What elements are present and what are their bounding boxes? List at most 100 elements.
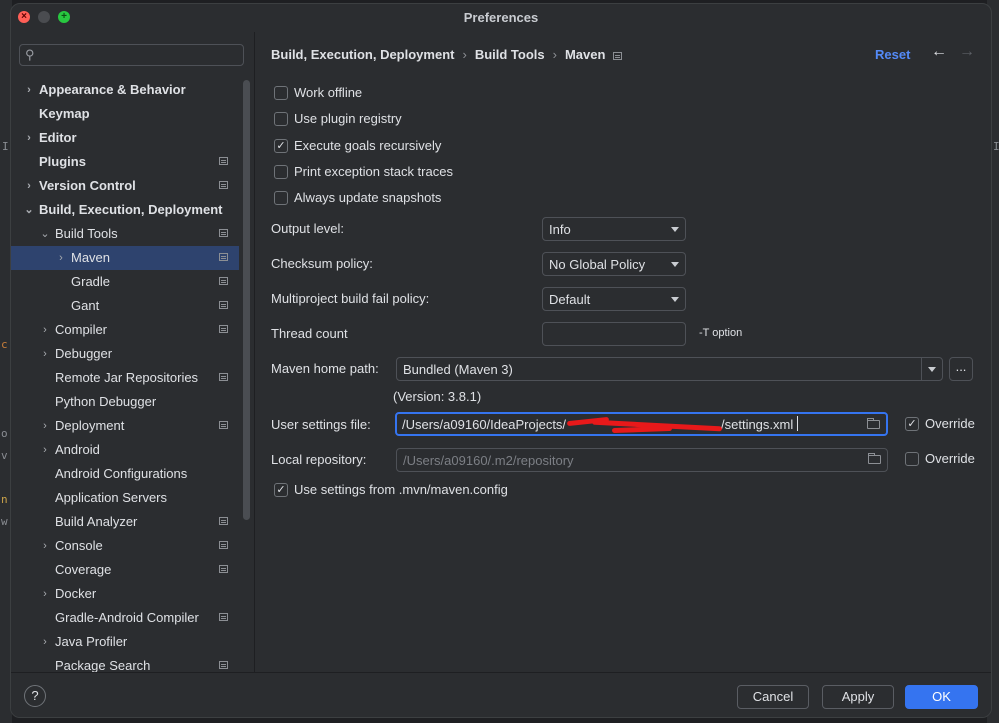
sidebar-item-build-tools[interactable]: ⌄ Build Tools xyxy=(11,222,239,246)
chevron-right-icon: › xyxy=(43,540,47,552)
chevron-right-icon: › xyxy=(43,420,47,432)
background-glyph: n xyxy=(1,493,8,506)
sidebar-item-docker[interactable]: › Docker xyxy=(11,582,239,606)
chevron-down-icon xyxy=(671,297,679,302)
output-level-label: Output level: xyxy=(271,221,344,236)
maven-settings-panel: Build, Execution, Deployment › Build Tools… xyxy=(255,32,991,672)
print-exception-stack-traces-checkbox[interactable] xyxy=(274,165,288,179)
redaction-scribble xyxy=(611,425,673,434)
sidebar-item-python-debugger[interactable]: Python Debugger xyxy=(11,390,239,414)
local-repository-input[interactable]: /Users/a09160/.m2/repository xyxy=(396,448,888,472)
minimize-window-button[interactable] xyxy=(38,11,50,23)
settings-sidebar: ⚲ › Appearance & Behavior Keymap › Editor … xyxy=(11,32,255,672)
close-window-button[interactable]: × xyxy=(18,11,30,23)
output-level-value: Info xyxy=(549,222,571,237)
sidebar-item-console[interactable]: › Console xyxy=(11,534,239,558)
window-title: Preferences xyxy=(463,10,539,25)
sidebar-item-label: Application Servers xyxy=(55,490,167,505)
sidebar-item-maven[interactable]: › Maven xyxy=(11,246,239,270)
sidebar-item-label: Android xyxy=(55,442,100,457)
folder-icon[interactable] xyxy=(868,453,881,464)
work-offline-label: Work offline xyxy=(294,85,363,100)
local-repository-label: Local repository: xyxy=(271,452,367,467)
sidebar-item-version-control[interactable]: › Version Control xyxy=(11,174,239,198)
folder-icon[interactable] xyxy=(867,418,880,429)
sidebar-item-label: Debugger xyxy=(55,346,113,361)
chevron-right-icon: › xyxy=(43,636,47,648)
chevron-down-icon xyxy=(671,262,679,267)
thread-count-hint: -T option xyxy=(699,327,743,339)
background-glyph: I xyxy=(993,140,999,153)
work-offline-checkbox[interactable] xyxy=(274,86,288,100)
sidebar-item-label: Python Debugger xyxy=(55,394,157,409)
sidebar-item-debugger[interactable]: › Debugger xyxy=(11,342,239,366)
reset-link[interactable]: Reset xyxy=(875,47,910,62)
sidebar-item-gradle-android-compiler[interactable]: Gradle-Android Compiler xyxy=(11,606,239,630)
sidebar-item-gant[interactable]: Gant xyxy=(11,294,239,318)
project-level-icon xyxy=(219,253,228,261)
sidebar-item-build-execution-deployment[interactable]: ⌄ Build, Execution, Deployment xyxy=(11,198,239,222)
sidebar-item-android[interactable]: › Android xyxy=(11,438,239,462)
chevron-right-icon: › xyxy=(43,348,47,360)
sidebar-item-editor[interactable]: › Editor xyxy=(11,126,239,150)
thread-count-input[interactable] xyxy=(542,322,686,346)
fail-policy-select[interactable]: Default xyxy=(542,287,686,311)
search-input[interactable]: ⚲ xyxy=(19,44,244,66)
apply-button[interactable]: Apply xyxy=(822,685,894,709)
help-button[interactable]: ? xyxy=(24,685,46,707)
ok-button[interactable]: OK xyxy=(905,685,978,709)
project-level-icon xyxy=(219,277,228,285)
sidebar-item-label: Compiler xyxy=(55,322,108,337)
chevron-right-icon: › xyxy=(43,324,47,336)
checksum-policy-label: Checksum policy: xyxy=(271,256,373,271)
sidebar-item-label: Plugins xyxy=(39,154,86,169)
user-settings-override-checkbox[interactable]: ✓ xyxy=(905,417,919,431)
local-repository-override-checkbox[interactable] xyxy=(905,452,919,466)
cancel-button[interactable]: Cancel xyxy=(737,685,809,709)
forward-arrow-icon[interactable]: → xyxy=(959,43,975,61)
sidebar-item-package-search[interactable]: Package Search xyxy=(11,654,239,672)
maven-home-label: Maven home path: xyxy=(271,361,379,376)
preferences-window: Preferences × + ⚲ › Appearance & Behavior… xyxy=(10,3,992,718)
always-update-snapshots-checkbox[interactable] xyxy=(274,191,288,205)
project-level-icon xyxy=(219,613,228,621)
fail-policy-label: Multiproject build fail policy: xyxy=(271,291,430,306)
breadcrumb-separator: › xyxy=(552,47,557,62)
user-settings-value-end: /settings.xml xyxy=(721,417,794,432)
sidebar-item-label: Build, Execution, Deployment xyxy=(39,202,223,217)
sidebar-item-compiler[interactable]: › Compiler xyxy=(11,318,239,342)
zoom-window-button[interactable]: + xyxy=(58,11,70,23)
breadcrumb-item[interactable]: Build, Execution, Deployment xyxy=(271,47,454,62)
sidebar-item-remote-jar-repositories[interactable]: Remote Jar Repositories xyxy=(11,366,239,390)
sidebar-item-java-profiler[interactable]: › Java Profiler xyxy=(11,630,239,654)
use-mvn-config-checkbox[interactable]: ✓ xyxy=(274,483,288,497)
back-arrow-icon[interactable]: ← xyxy=(931,43,947,61)
checksum-policy-select[interactable]: No Global Policy xyxy=(542,252,686,276)
project-level-icon xyxy=(613,52,623,60)
sidebar-item-coverage[interactable]: Coverage xyxy=(11,558,239,582)
chevron-down-icon: ⌄ xyxy=(40,228,50,240)
sidebar-scrollbar[interactable] xyxy=(243,80,250,520)
project-level-icon xyxy=(219,373,228,381)
output-level-select[interactable]: Info xyxy=(542,217,686,241)
sidebar-item-label: Java Profiler xyxy=(55,634,128,649)
project-level-icon xyxy=(219,229,228,237)
maven-home-browse-button[interactable]: ... xyxy=(949,357,973,381)
sidebar-item-android-configurations[interactable]: Android Configurations xyxy=(11,462,239,486)
fail-policy-value: Default xyxy=(549,292,591,307)
breadcrumb-item[interactable]: Build Tools xyxy=(475,47,545,62)
chevron-right-icon: › xyxy=(27,180,31,192)
sidebar-item-application-servers[interactable]: Application Servers xyxy=(11,486,239,510)
sidebar-item-appearance-behavior[interactable]: › Appearance & Behavior xyxy=(11,78,239,102)
execute-goals-recursively-checkbox[interactable]: ✓ xyxy=(274,139,288,153)
maven-home-select[interactable]: Bundled (Maven 3) xyxy=(396,357,943,381)
sidebar-item-deployment[interactable]: › Deployment xyxy=(11,414,239,438)
sidebar-item-plugins[interactable]: Plugins xyxy=(11,150,239,174)
use-plugin-registry-checkbox[interactable] xyxy=(274,112,288,126)
sidebar-item-keymap[interactable]: Keymap xyxy=(11,102,239,126)
sidebar-item-build-analyzer[interactable]: Build Analyzer xyxy=(11,510,239,534)
search-icon: ⚲ xyxy=(25,47,35,62)
user-settings-input[interactable]: /Users/a09160/IdeaProjects/ /settings.xm… xyxy=(395,412,888,436)
local-repository-override-label: Override xyxy=(925,451,975,466)
sidebar-item-gradle[interactable]: Gradle xyxy=(11,270,239,294)
